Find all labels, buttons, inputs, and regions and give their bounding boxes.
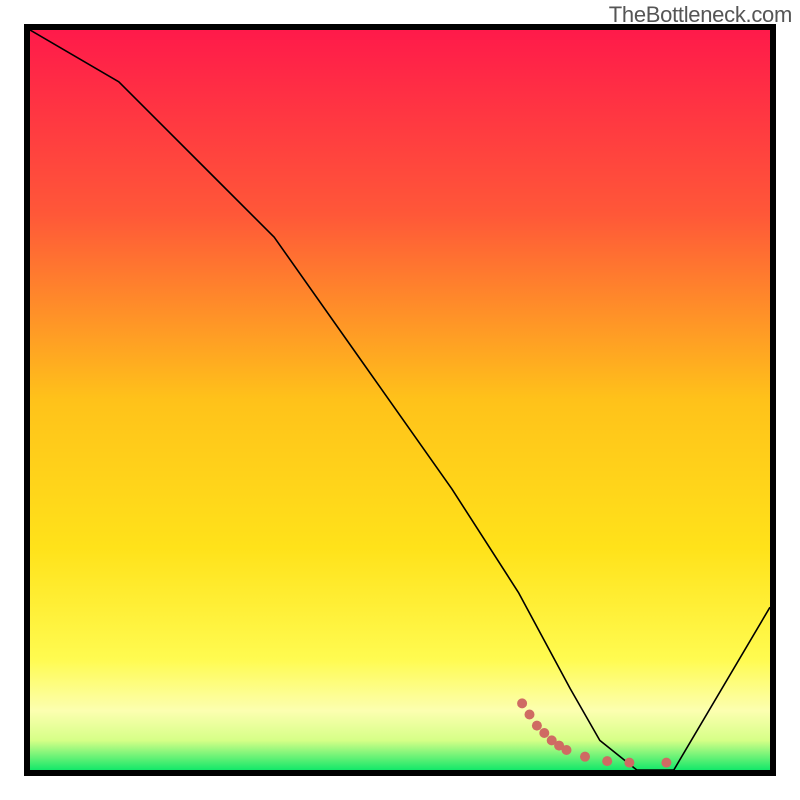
marker-optimal-range-dots [539,728,549,738]
chart-frame [24,24,776,776]
bottleneck-chart [30,30,770,770]
marker-optimal-range-dots [562,745,572,755]
marker-optimal-range-dots [532,721,542,731]
marker-optimal-range-dots [602,756,612,766]
chart-background [30,30,770,770]
watermark-text: TheBottleneck.com [609,2,792,28]
marker-optimal-range-dots [661,758,671,768]
chart-canvas [30,30,770,770]
marker-optimal-range-dots [517,698,527,708]
marker-optimal-range-dots [580,752,590,762]
marker-optimal-range-dots [525,710,535,720]
marker-optimal-range-dots [624,758,634,768]
